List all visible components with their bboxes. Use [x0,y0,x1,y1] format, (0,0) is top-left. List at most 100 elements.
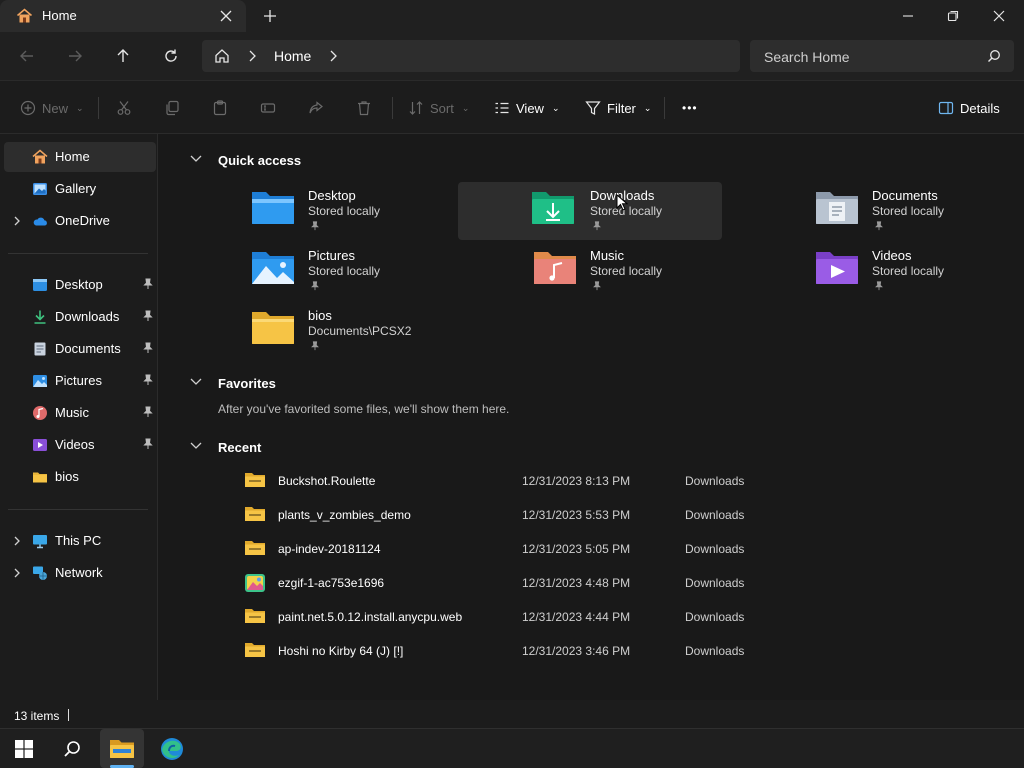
new-tab-icon[interactable] [262,8,278,24]
taskbar-edge-browser[interactable] [150,729,194,768]
sidebar-item-gallery[interactable]: Gallery [4,174,156,204]
chevron-right-icon[interactable] [328,50,338,62]
quick-access-location: Stored locally [308,204,381,218]
sidebar-item-onedrive[interactable]: OneDrive [4,206,156,236]
quick-access-name: Pictures [308,248,355,263]
chevron-right-icon[interactable] [247,50,257,62]
sidebar-item-desktop[interactable]: Desktop [4,270,156,300]
copy-icon [164,100,180,116]
sidebar-item-music[interactable]: Music [4,398,156,428]
quick-access-documents[interactable]: Documents Stored locally [816,182,1024,240]
pin-icon[interactable] [310,221,320,231]
sidebar-item-bios[interactable]: bios [4,462,156,492]
quick-access-bios[interactable]: bios Documents\PCSX2 [252,302,526,360]
sort-button[interactable]: Sort ⌄ [408,81,469,135]
chevron-down-icon[interactable] [188,440,204,452]
downloads-folder-icon [530,188,576,228]
chevron-right-icon[interactable] [12,533,22,549]
music-icon [32,405,48,421]
quick-access-music[interactable]: Music Stored locally [534,242,808,300]
start-button[interactable] [2,729,46,768]
section-favorites[interactable]: Favorites [218,376,276,391]
chevron-down-icon[interactable] [188,376,204,388]
recent-row[interactable]: Hoshi no Kirby 64 (J) [!] 12/31/2023 3:4… [238,633,858,667]
details-button[interactable]: Details [938,81,1000,135]
pin-icon[interactable] [142,406,154,418]
pin-icon[interactable] [142,374,154,386]
pin-icon[interactable] [592,221,602,231]
pin-icon[interactable] [142,310,154,322]
recent-row[interactable]: plants_v_zombies_demo 12/31/2023 5:53 PM… [238,497,858,531]
pictures-icon [32,373,48,389]
divider [664,97,665,119]
refresh-button[interactable] [155,40,187,72]
quick-access-location: Stored locally [308,264,381,278]
taskbar-search-button[interactable] [50,729,94,768]
rename-button[interactable] [260,81,276,135]
breadcrumb-home[interactable]: Home [274,48,311,64]
sidebar-item-videos[interactable]: Videos [4,430,156,460]
new-button[interactable]: New ⌄ [20,81,84,135]
search-icon[interactable] [987,49,1001,63]
share-button[interactable] [308,81,324,135]
sidebar-item-downloads[interactable]: Downloads [4,302,156,332]
taskbar-file-explorer[interactable] [100,729,144,768]
chevron-down-icon[interactable] [188,153,204,165]
minimize-button[interactable] [885,0,931,32]
sidebar-item-home[interactable]: Home [4,142,156,172]
recent-row[interactable]: ap-indev-20181124 12/31/2023 5:05 PM Dow… [238,531,858,565]
tab-home[interactable]: Home [0,0,246,32]
sidebar-item-this-pc[interactable]: This PC [4,526,156,556]
close-tab-icon[interactable] [218,8,234,24]
pin-icon[interactable] [592,281,602,291]
pin-icon[interactable] [142,438,154,450]
address-bar[interactable]: Home [202,40,740,72]
quick-access-downloads[interactable]: Downloads Stored locally [458,182,722,240]
view-button[interactable]: View ⌄ [494,81,560,135]
pin-icon[interactable] [874,221,884,231]
chevron-right-icon[interactable] [12,213,22,229]
quick-access-pictures[interactable]: Pictures Stored locally [252,242,526,300]
section-recent[interactable]: Recent [218,440,261,455]
cut-icon [116,100,132,116]
sidebar-item-label: Desktop [55,277,103,292]
recent-name: Buckshot.Roulette [278,474,376,488]
quick-access-videos[interactable]: Videos Stored locally [816,242,1024,300]
paste-button[interactable] [212,81,228,135]
search-input[interactable] [762,46,986,68]
home-icon[interactable] [214,48,230,64]
chevron-right-icon[interactable] [12,565,22,581]
delete-button[interactable] [356,81,372,135]
forward-button[interactable] [59,40,91,72]
pin-icon[interactable] [142,342,154,354]
sidebar-divider [8,253,148,254]
cut-button[interactable] [116,81,132,135]
pin-icon[interactable] [310,281,320,291]
edge-browser-icon [160,737,184,761]
more-options-button[interactable]: ••• [682,81,698,135]
restore-button[interactable] [930,0,976,32]
quick-access-location: Stored locally [872,204,945,218]
pin-icon[interactable] [142,278,154,290]
sidebar-item-pictures[interactable]: Pictures [4,366,156,396]
copy-button[interactable] [164,81,180,135]
recent-name: Hoshi no Kirby 64 (J) [!] [278,644,404,658]
back-button[interactable] [11,40,43,72]
up-button[interactable] [107,40,139,72]
pin-icon[interactable] [310,341,320,351]
sidebar-item-network[interactable]: Network [4,558,156,588]
sidebar-item-documents[interactable]: Documents [4,334,156,364]
filter-button[interactable]: Filter ⌄ [585,81,651,135]
sidebar-item-label: Documents [55,341,121,356]
recent-row[interactable]: Buckshot.Roulette 12/31/2023 8:13 PM Dow… [238,463,858,497]
recent-row[interactable]: paint.net.5.0.12.install.anycpu.web 12/3… [238,599,858,633]
mouse-cursor-icon [616,194,628,212]
pin-icon[interactable] [874,281,884,291]
close-window-button[interactable] [976,0,1022,32]
recent-row[interactable]: ezgif-1-ac753e1696 12/31/2023 4:48 PM Do… [238,565,858,599]
section-quick-access[interactable]: Quick access [218,153,301,168]
recent-location: Downloads [685,474,745,488]
zip-folder-icon [244,505,266,523]
quick-access-name: Music [590,248,624,263]
recent-location: Downloads [685,542,745,556]
